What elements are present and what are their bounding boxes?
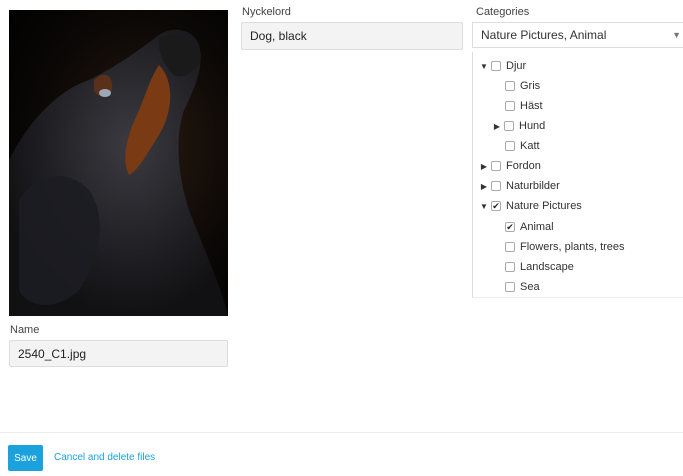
keywords-input[interactable]: Dog, black	[241, 22, 463, 50]
caret-right-icon[interactable]: ▶	[479, 162, 489, 171]
keywords-label: Nyckelord	[242, 6, 291, 18]
checkbox[interactable]	[491, 61, 501, 71]
tree-node-katt[interactable]: Katt	[503, 138, 540, 154]
footer-divider	[0, 432, 683, 433]
checkbox[interactable]	[491, 181, 501, 191]
caret-right-icon[interactable]: ▶	[492, 122, 502, 131]
checkbox[interactable]	[505, 101, 515, 111]
tree-node-nature-pictures[interactable]: ▼ ✔ Nature Pictures	[479, 198, 582, 214]
checkbox[interactable]	[504, 121, 514, 131]
checkbox[interactable]	[491, 161, 501, 171]
checkbox[interactable]	[505, 242, 515, 252]
cancel-and-delete-link[interactable]: Cancel and delete files	[54, 452, 155, 463]
tree-node-label: Nature Pictures	[506, 200, 582, 212]
category-tree: ▼ Djur Gris Häst ▶ Hund Katt ▶ Fordon ▶ …	[472, 52, 683, 298]
tree-node-label: Landscape	[520, 261, 574, 273]
tree-node-label: Katt	[520, 140, 540, 152]
tree-node-label: Fordon	[506, 160, 541, 172]
name-label: Name	[10, 324, 40, 336]
categories-select-value: Nature Pictures, Animal	[481, 28, 607, 42]
checkbox[interactable]	[505, 262, 515, 272]
image-preview	[9, 10, 228, 316]
tree-node-label: Hund	[519, 120, 546, 132]
checkbox-checked[interactable]: ✔	[505, 222, 515, 232]
tree-node-naturbilder[interactable]: ▶ Naturbilder	[479, 178, 560, 194]
checkbox[interactable]	[505, 141, 515, 151]
save-button[interactable]: Save	[8, 445, 43, 471]
checkbox-checked[interactable]: ✔	[491, 201, 501, 211]
tree-node-label: Djur	[506, 60, 527, 72]
checkbox[interactable]	[505, 81, 515, 91]
name-input[interactable]: 2540_C1.jpg	[9, 340, 228, 367]
tree-node-flowers[interactable]: Flowers, plants, trees	[503, 239, 625, 255]
tree-node-djur[interactable]: ▼ Djur	[479, 58, 526, 74]
checkbox[interactable]	[505, 282, 515, 292]
caret-down-icon[interactable]: ▼	[479, 202, 489, 211]
tree-node-label: Naturbilder	[506, 180, 560, 192]
tree-node-landscape[interactable]: Landscape	[503, 259, 574, 275]
tree-node-animal[interactable]: ✔ Animal	[503, 219, 554, 235]
tree-node-hast[interactable]: Häst	[503, 98, 543, 114]
caret-right-icon[interactable]: ▶	[479, 182, 489, 191]
tree-node-label: Sea	[520, 281, 540, 293]
tree-node-fordon[interactable]: ▶ Fordon	[479, 158, 541, 174]
chevron-down-icon[interactable]: ▼	[672, 23, 681, 47]
categories-label: Categories	[476, 6, 530, 18]
caret-down-icon[interactable]: ▼	[479, 62, 489, 71]
categories-select[interactable]: Nature Pictures, Animal ▼	[472, 22, 683, 48]
tree-node-hund[interactable]: ▶ Hund	[492, 118, 545, 134]
tree-node-label: Gris	[520, 80, 541, 92]
tree-node-label: Häst	[520, 100, 543, 112]
tree-node-label: Flowers, plants, trees	[520, 241, 625, 253]
tree-node-sea[interactable]: Sea	[503, 279, 540, 295]
tree-node-gris[interactable]: Gris	[503, 78, 540, 94]
dog-photo	[9, 29, 228, 316]
tree-node-label: Animal	[520, 221, 554, 233]
